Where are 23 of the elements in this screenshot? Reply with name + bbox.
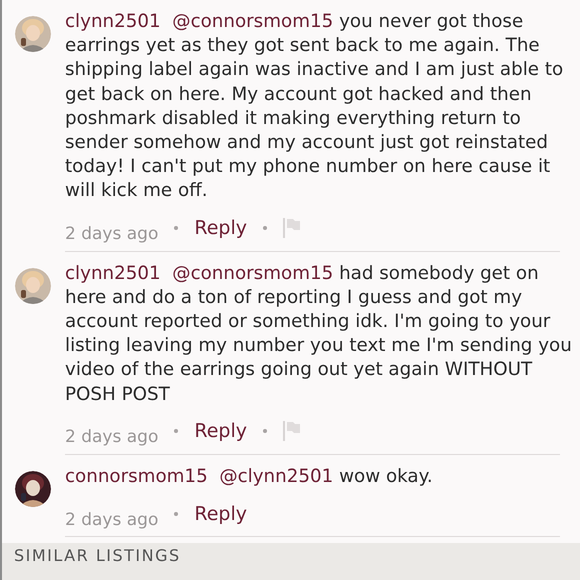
separator-dot	[174, 226, 178, 230]
comment-text: clynn2501 @connorsmom15 had somebody get on here and do a ton of reporting I guess and got my account reported or something idk. I'm going to your listing leaving my number you text me I'm sending you video of the earrings going out yet again WITHOUT POSH POST	[65, 262, 573, 407]
username-link[interactable]: clynn2501	[65, 262, 161, 284]
section-title: SIMILAR LISTINGS	[14, 546, 182, 566]
username-link[interactable]: connorsmom15	[65, 466, 208, 487]
comment-text: clynn2501 @connorsmom15 you never got those earrings yet as they got sent back to me again. The shipping label again was inactive and I am just able to get back on here. My account got hacked and then poshmark disabled it making everything return to sender somehow and my account just got reinstated today! I can't put my phone number on here cause it will kick me off.	[65, 10, 564, 204]
mention-link[interactable]: @clynn2501	[219, 466, 334, 487]
mention-link[interactable]: @connorsmom15	[172, 11, 334, 32]
timestamp: 2 days ago	[65, 510, 158, 530]
reply-link[interactable]: Reply	[194, 420, 247, 442]
reply-link[interactable]: Reply	[194, 502, 247, 525]
reply-link[interactable]: Reply	[194, 217, 247, 240]
separator-dot	[262, 429, 267, 434]
mention-link[interactable]: @connorsmom15	[172, 262, 334, 284]
flag-icon[interactable]	[282, 421, 301, 442]
username-link[interactable]: clynn2501	[65, 11, 161, 32]
comment-text: connorsmom15 @clynn2501 wow okay.	[65, 464, 434, 489]
separator-dot	[174, 512, 178, 516]
separator-dot	[262, 226, 267, 230]
timestamp: 2 days ago	[65, 224, 158, 244]
timestamp: 2 days ago	[65, 427, 158, 448]
separator-dot	[174, 429, 178, 434]
flag-icon[interactable]	[282, 218, 301, 238]
